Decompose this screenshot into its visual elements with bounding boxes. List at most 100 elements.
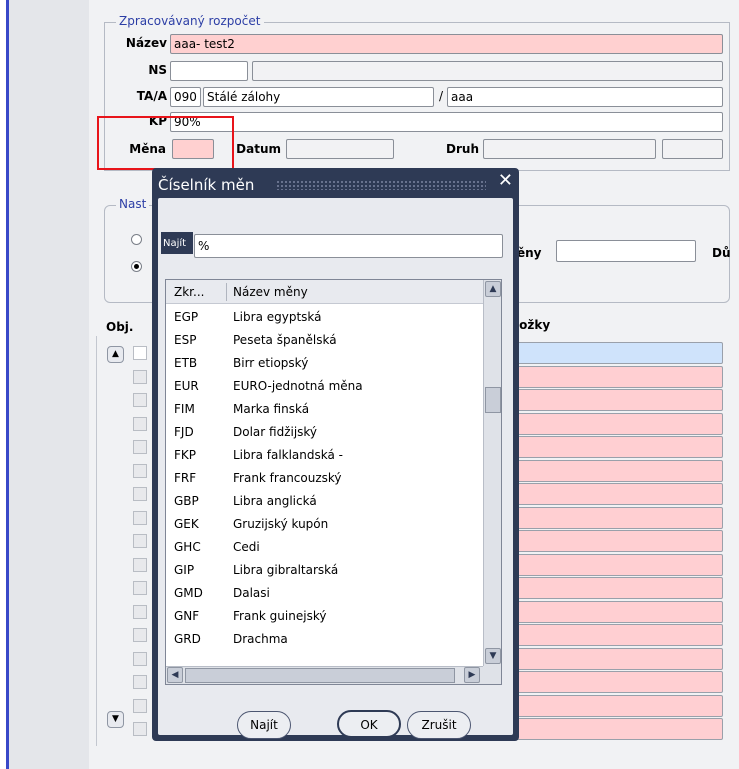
- record-row-field[interactable]: [511, 600, 723, 623]
- meny-label: ěny: [517, 246, 542, 260]
- option-radio-2[interactable]: [131, 261, 142, 272]
- currency-list-item[interactable]: ESP Peseta španělská: [166, 329, 484, 352]
- currency-code: ETB: [174, 356, 198, 370]
- row-scroll-up-button[interactable]: ▲: [107, 346, 124, 363]
- record-row-checkbox[interactable]: [133, 440, 147, 454]
- row-scroll-down-button[interactable]: ▼: [107, 711, 124, 728]
- find-input[interactable]: %: [194, 234, 503, 258]
- record-row-checkbox[interactable]: [133, 651, 147, 666]
- currency-list-item[interactable]: GIP Libra gibraltarská: [166, 559, 484, 582]
- highlight-annotation: [97, 116, 234, 170]
- record-row-field[interactable]: [511, 342, 723, 364]
- record-row-checkbox[interactable]: [133, 393, 147, 407]
- record-row-field[interactable]: [511, 718, 723, 740]
- record-row-field[interactable]: [511, 389, 723, 411]
- scroll-down-icon[interactable]: ▼: [485, 648, 501, 664]
- ta-code-field[interactable]: 090: [170, 87, 201, 107]
- druh-label: Druh: [446, 142, 479, 156]
- currency-list-item[interactable]: FKP Libra falklandská -: [166, 444, 484, 467]
- record-row-field[interactable]: [511, 624, 723, 646]
- currency-name: EURO-jednotná měna: [233, 379, 363, 393]
- column-header-name[interactable]: Název měny: [233, 285, 308, 299]
- budget-group-line: [264, 22, 730, 23]
- record-row-field[interactable]: [511, 459, 723, 482]
- record-row-checkbox[interactable]: [133, 346, 147, 360]
- currency-list-item[interactable]: EGP Libra egyptská: [166, 306, 484, 329]
- currency-list-item[interactable]: GNF Frank guinejský: [166, 605, 484, 628]
- currency-code: EGP: [174, 310, 199, 324]
- record-row-field[interactable]: [511, 412, 723, 435]
- record-row-field[interactable]: [511, 483, 723, 505]
- ns-label: NS: [148, 63, 167, 77]
- record-row-checkbox[interactable]: [133, 416, 147, 431]
- budget-group-title: Zpracovávaný rozpočet: [116, 14, 264, 28]
- polozky-column-label: ložky: [515, 318, 551, 332]
- currency-list-item[interactable]: GHC Cedi: [166, 536, 484, 559]
- option-radio-1[interactable]: [131, 234, 142, 245]
- record-row-field[interactable]: [511, 436, 723, 458]
- currency-list-item[interactable]: ETB Birr etiopský: [166, 352, 484, 375]
- scrollbar-thumb[interactable]: [485, 387, 501, 413]
- dialog-title-bar[interactable]: Číselník měn: [158, 172, 513, 198]
- ns-name-field: [252, 61, 723, 81]
- currency-list-item[interactable]: FJD Dolar fidžijský: [166, 421, 484, 444]
- currency-name: Peseta španělská: [233, 333, 337, 347]
- currency-name: Marka finská: [233, 402, 310, 416]
- find-button[interactable]: Najít: [237, 711, 291, 739]
- currency-list[interactable]: Zkr... Název měny EGP Libra egyptská ESP Pe…: [165, 279, 502, 685]
- record-row-checkbox[interactable]: [133, 557, 147, 572]
- nazev-label: Název: [125, 36, 167, 50]
- record-row-field[interactable]: [511, 671, 723, 693]
- druh-field[interactable]: [483, 139, 656, 159]
- nazev-field[interactable]: aaa- test2: [170, 34, 723, 54]
- hscrollbar-thumb[interactable]: [185, 668, 455, 683]
- currency-list-item[interactable]: GMD Dalasi: [166, 582, 484, 605]
- currency-list-item[interactable]: FIM Marka finská: [166, 398, 484, 421]
- record-row-checkbox[interactable]: [133, 722, 147, 736]
- record-row-checkbox[interactable]: [133, 510, 147, 525]
- record-row-checkbox[interactable]: [133, 675, 147, 689]
- list-vertical-scrollbar[interactable]: ▲ ▼: [483, 280, 501, 666]
- column-header-code[interactable]: Zkr...: [174, 285, 204, 299]
- record-row-field[interactable]: [511, 647, 723, 670]
- meny-field[interactable]: [556, 240, 696, 262]
- record-row-checkbox[interactable]: [133, 581, 147, 595]
- scroll-left-icon[interactable]: ◀: [167, 667, 183, 683]
- currency-list-item[interactable]: GEK Gruzijský kupón: [166, 513, 484, 536]
- currency-list-item[interactable]: EUR EURO-jednotná měna: [166, 375, 484, 398]
- record-row-checkbox[interactable]: [133, 487, 147, 501]
- kp-field[interactable]: 90%: [170, 112, 723, 132]
- currency-code: FJD: [174, 425, 194, 439]
- record-row-checkbox[interactable]: [133, 604, 147, 619]
- record-row-field[interactable]: [511, 506, 723, 529]
- cancel-button[interactable]: Zrušit: [407, 711, 471, 739]
- ta-sub-field[interactable]: aaa: [447, 87, 723, 107]
- ta-label: TA/A: [136, 89, 167, 103]
- currency-list-item[interactable]: GBP Libra anglická: [166, 490, 484, 513]
- list-horizontal-scrollbar[interactable]: ◀ ▶: [166, 666, 484, 684]
- scroll-right-icon[interactable]: ▶: [464, 667, 480, 683]
- title-bar-grip: [276, 180, 486, 190]
- datum-field[interactable]: [286, 139, 394, 159]
- scroll-up-icon[interactable]: ▲: [485, 281, 501, 297]
- record-row-checkbox[interactable]: [133, 369, 147, 384]
- record-row-field[interactable]: [511, 577, 723, 599]
- find-label: Najít: [163, 238, 187, 249]
- record-row-checkbox[interactable]: [133, 698, 147, 713]
- record-row-field[interactable]: [511, 694, 723, 717]
- currency-name: Frank francouzský: [233, 471, 342, 485]
- close-icon[interactable]: ✕: [498, 170, 513, 191]
- ns-field[interactable]: [170, 61, 248, 81]
- ok-button[interactable]: OK: [337, 710, 401, 738]
- currency-code: GNF: [174, 609, 200, 623]
- currency-list-item[interactable]: FRF Frank francouzský: [166, 467, 484, 490]
- record-row-field[interactable]: [511, 365, 723, 388]
- currency-list-item[interactable]: GRD Drachma: [166, 628, 484, 651]
- record-row-checkbox[interactable]: [133, 628, 147, 642]
- record-row-checkbox[interactable]: [133, 534, 147, 548]
- record-row-field[interactable]: [511, 530, 723, 552]
- list-header: Zkr... Název měny: [166, 280, 484, 304]
- currency-code: GMD: [174, 586, 203, 600]
- record-row-field[interactable]: [511, 553, 723, 576]
- record-row-checkbox[interactable]: [133, 463, 147, 478]
